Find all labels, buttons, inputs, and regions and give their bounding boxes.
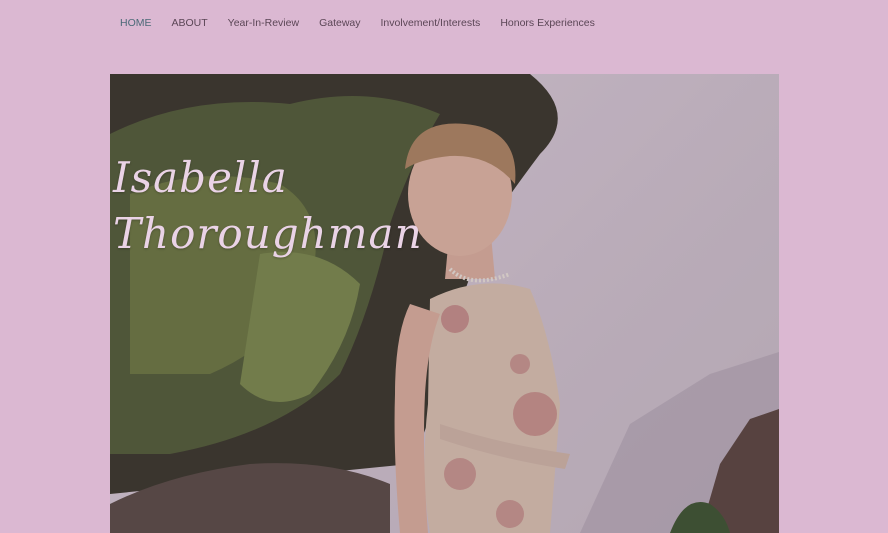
nav-gateway[interactable]: Gateway [319,17,360,31]
hero-title-last-name: Thoroughman [113,209,423,258]
nav-about[interactable]: ABOUT [172,17,208,31]
nav-honors-experiences[interactable]: Honors Experiences [500,17,595,31]
hero-banner: Isabella Thoroughman [110,74,779,533]
hero-title: Isabella Thoroughman [113,150,423,262]
nav-involvement-interests[interactable]: Involvement/Interests [381,17,481,31]
nav-year-in-review[interactable]: Year-In-Review [228,17,299,31]
hero-title-first-name: Isabella [113,153,288,202]
main-nav: HOME ABOUT Year-In-Review Gateway Involv… [120,17,615,31]
nav-home[interactable]: HOME [120,17,152,31]
hero-photo [110,74,779,533]
